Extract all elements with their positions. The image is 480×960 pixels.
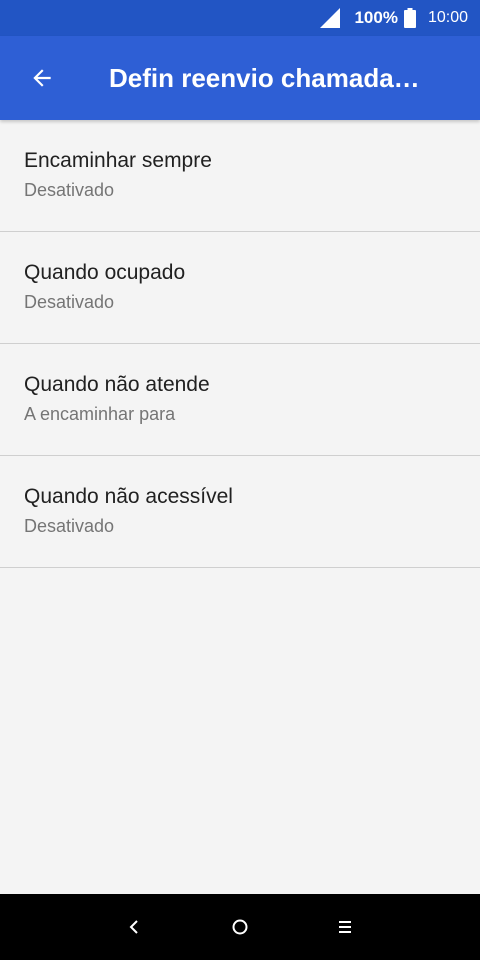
battery-full-icon — [403, 8, 416, 28]
arrow-back-icon — [33, 69, 51, 87]
nav-back-button[interactable] — [119, 912, 149, 942]
option-title: Quando não acessível — [24, 485, 233, 508]
back-button[interactable] — [21, 57, 63, 99]
option-when-busy[interactable]: Quando ocupado Desativado — [0, 232, 480, 344]
option-summary: Desativado — [24, 180, 115, 200]
option-title: Quando não atende — [24, 373, 210, 396]
battery-percent: 100% — [354, 8, 398, 27]
signal-full-icon — [320, 8, 341, 28]
nav-back-icon — [129, 920, 138, 934]
clock: 10:00 — [427, 9, 468, 26]
status-bar: 100% 10:00 — [0, 0, 480, 36]
page-title: Defin reenvio chamada… — [109, 62, 420, 93]
screen: 100% 10:00 Defin reenvio chamada… Encami… — [0, 0, 480, 960]
call-forwarding-list: Encaminhar sempre Desativado Quando ocup… — [0, 120, 480, 568]
option-always-forward[interactable]: Encaminhar sempre Desativado — [0, 120, 480, 232]
nav-menu-button[interactable] — [330, 912, 360, 942]
option-when-unanswered[interactable]: Quando não atende A encaminhar para — [0, 344, 480, 456]
option-summary: A encaminhar para — [24, 404, 176, 424]
option-title: Encaminhar sempre — [24, 149, 212, 172]
nav-menu-icon — [339, 921, 351, 933]
option-summary: Desativado — [24, 516, 115, 536]
nav-home-icon — [232, 919, 248, 935]
option-when-unreachable[interactable]: Quando não acessível Desativado — [0, 456, 480, 568]
app-bar: Defin reenvio chamada… — [0, 36, 480, 120]
option-summary: Desativado — [24, 292, 115, 312]
nav-home-button[interactable] — [225, 912, 255, 942]
option-title: Quando ocupado — [24, 261, 186, 284]
navigation-bar — [0, 894, 480, 960]
